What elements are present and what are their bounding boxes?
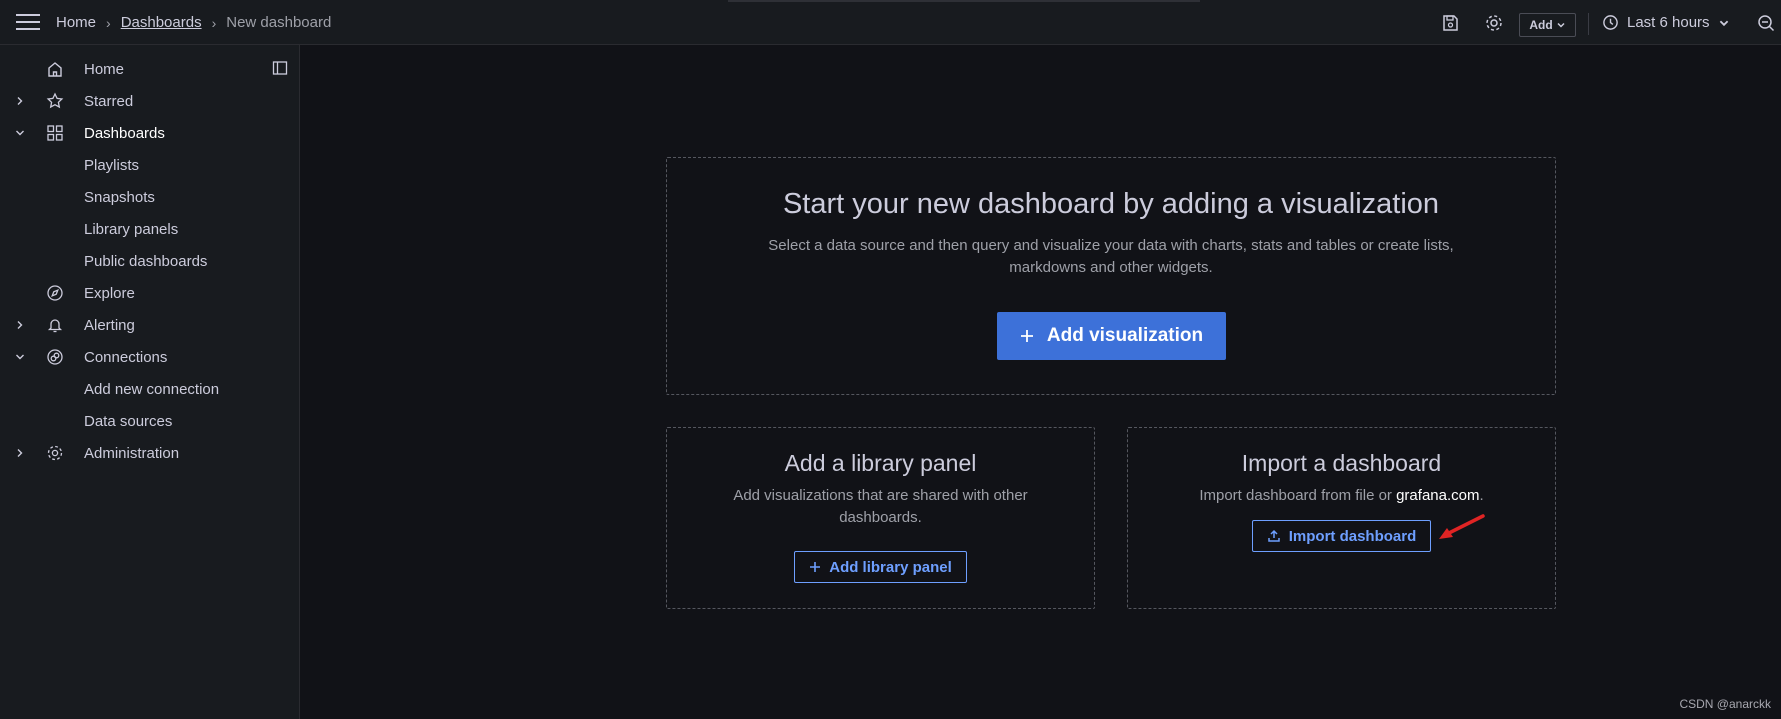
import-dashboard-card: Import a dashboard Import dashboard from… bbox=[1127, 427, 1556, 609]
chevron-right-icon[interactable] bbox=[14, 319, 26, 331]
home-icon bbox=[48, 62, 62, 77]
bell-icon bbox=[47, 319, 63, 333]
annotation-arrow-icon bbox=[1439, 514, 1485, 539]
add-button[interactable]: Add bbox=[1519, 13, 1576, 37]
sidebar-item-label: Administration bbox=[84, 444, 180, 462]
import-dashboard-label: Import dashboard bbox=[1288, 527, 1417, 545]
sidebar-item-data-sources[interactable]: Data sources bbox=[0, 406, 300, 436]
sidebar-item-starred[interactable]: Starred bbox=[0, 86, 300, 116]
watermark: CSDN @anarckk bbox=[1679, 697, 1771, 711]
import-dashboard-button[interactable]: Import dashboard bbox=[1251, 520, 1432, 552]
import-description-suffix: . bbox=[1479, 487, 1484, 504]
add-visualization-label: Add visualization bbox=[1046, 325, 1204, 346]
sidebar-item-home[interactable]: Home bbox=[0, 54, 300, 84]
sidebar-item-label: Data sources bbox=[84, 412, 173, 430]
sidebar-item-label: Snapshots bbox=[84, 188, 155, 206]
breadcrumb-dashboards[interactable]: Dashboards bbox=[121, 14, 202, 31]
cog-icon bbox=[47, 445, 63, 461]
apps-icon bbox=[47, 125, 63, 141]
menu-toggle-icon[interactable] bbox=[16, 14, 40, 32]
add-visualization-button[interactable]: Add visualization bbox=[996, 312, 1226, 360]
add-button-label: Add bbox=[1529, 18, 1553, 32]
zoom-out-icon[interactable] bbox=[1756, 13, 1776, 33]
chevron-right-icon[interactable] bbox=[14, 95, 26, 107]
visualization-title: Start your new dashboard by adding a vis… bbox=[782, 188, 1440, 220]
sidebar-item-dashboards[interactable]: Dashboards bbox=[0, 118, 300, 148]
grafana-com-link[interactable]: grafana.com bbox=[1396, 487, 1479, 504]
sidebar-item-label: Playlists bbox=[84, 156, 140, 174]
sidebar-item-connections[interactable]: Connections bbox=[0, 342, 300, 372]
library-title: Add a library panel bbox=[784, 450, 977, 476]
star-icon bbox=[46, 92, 64, 109]
plus-icon bbox=[1020, 330, 1033, 342]
sidebar-item-label: Public dashboards bbox=[84, 252, 208, 270]
sidebar-item-add-new-connection[interactable]: Add new connection bbox=[0, 374, 300, 404]
toolbar-divider bbox=[1588, 13, 1589, 35]
sidebar: Home Starred Dashboards Playlists Snapsh… bbox=[0, 45, 300, 719]
sidebar-item-label: Dashboards bbox=[84, 124, 165, 142]
sidebar-item-label: Library panels bbox=[84, 220, 179, 238]
sidebar-item-label: Add new connection bbox=[84, 380, 220, 398]
connections-icon bbox=[47, 349, 63, 365]
compass-icon bbox=[47, 285, 63, 301]
sidebar-item-public-dashboards[interactable]: Public dashboards bbox=[0, 246, 300, 276]
add-library-panel-label: Add library panel bbox=[829, 558, 952, 576]
save-icon[interactable] bbox=[1440, 13, 1460, 33]
add-visualization-panel: Start your new dashboard by adding a vis… bbox=[666, 157, 1556, 395]
chevron-down-icon bbox=[1719, 20, 1728, 26]
upload-icon bbox=[1267, 529, 1280, 542]
sidebar-item-alerting[interactable]: Alerting bbox=[0, 310, 300, 340]
time-range-picker[interactable]: Last 6 hours bbox=[1602, 0, 1730, 45]
top-progress-line bbox=[728, 0, 1200, 2]
sidebar-item-label: Starred bbox=[84, 92, 134, 110]
breadcrumb-separator-icon: › bbox=[106, 14, 111, 31]
breadcrumb-home[interactable]: Home bbox=[56, 14, 96, 31]
sidebar-item-label: Home bbox=[84, 60, 125, 78]
add-library-panel-card: Add a library panel Add visualizations t… bbox=[666, 427, 1095, 609]
import-title: Import a dashboard bbox=[1241, 450, 1442, 476]
sidebar-item-library-panels[interactable]: Library panels bbox=[0, 214, 300, 244]
sidebar-item-explore[interactable]: Explore bbox=[0, 278, 300, 308]
chevron-right-icon[interactable] bbox=[14, 447, 26, 459]
chevron-down-icon[interactable] bbox=[14, 127, 26, 139]
breadcrumb-separator-icon: › bbox=[211, 14, 217, 31]
sidebar-item-label: Explore bbox=[84, 284, 135, 302]
breadcrumb: Home › Dashboards › New dashboard bbox=[56, 0, 331, 45]
plus-icon bbox=[810, 562, 821, 572]
chevron-down-icon[interactable] bbox=[14, 351, 26, 363]
import-description: Import dashboard from file or grafana.co… bbox=[1152, 485, 1532, 507]
library-description: Add visualizations that are shared with … bbox=[733, 487, 1028, 526]
time-range-label: Last 6 hours bbox=[1627, 14, 1710, 31]
add-library-panel-button[interactable]: Add library panel bbox=[794, 551, 967, 583]
gear-icon[interactable] bbox=[1484, 13, 1504, 33]
clock-icon bbox=[1603, 15, 1618, 30]
sidebar-item-label: Connections bbox=[84, 348, 168, 366]
sidebar-item-snapshots[interactable]: Snapshots bbox=[0, 182, 300, 212]
sidebar-item-label: Alerting bbox=[84, 316, 135, 334]
breadcrumb-current: New dashboard bbox=[226, 14, 332, 31]
sidebar-item-playlists[interactable]: Playlists bbox=[0, 150, 300, 180]
sidebar-item-administration[interactable]: Administration bbox=[0, 438, 300, 468]
visualization-description: Select a data source and then query and … bbox=[768, 237, 1454, 276]
import-description-prefix: Import dashboard from file or bbox=[1199, 487, 1397, 504]
top-bar: Home › Dashboards › New dashboard Add La… bbox=[0, 0, 1781, 45]
chevron-down-icon bbox=[1557, 22, 1565, 28]
